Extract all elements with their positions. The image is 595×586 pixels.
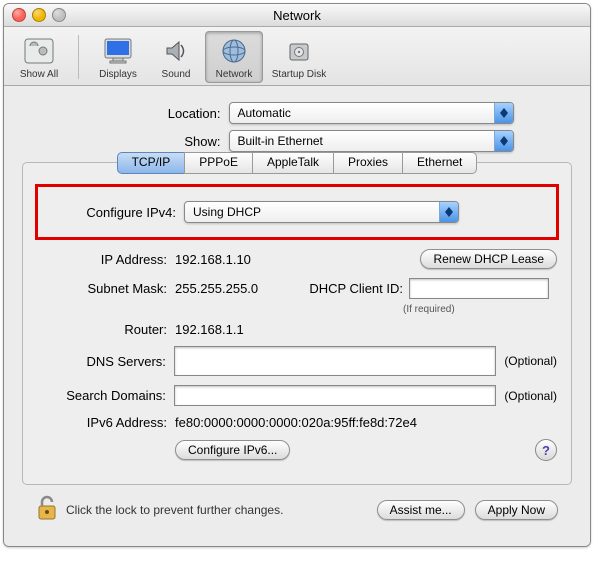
displays-icon xyxy=(90,34,146,68)
footer: Click the lock to prevent further change… xyxy=(22,485,572,538)
lock-text: Click the lock to prevent further change… xyxy=(66,503,283,517)
dhcp-client-id-label: DHCP Client ID: xyxy=(303,281,409,296)
tab-ethernet[interactable]: Ethernet xyxy=(402,152,477,174)
configure-ipv4-select[interactable]: Using DHCP xyxy=(184,201,459,223)
router-label: Router: xyxy=(37,322,175,337)
dropdown-arrows-icon xyxy=(494,103,513,123)
dns-servers-field[interactable] xyxy=(174,346,496,376)
show-select[interactable]: Built-in Ethernet xyxy=(229,130,514,152)
displays-label: Displays xyxy=(90,69,146,80)
tab-pppoe[interactable]: PPPoE xyxy=(184,152,253,174)
renew-dhcp-lease-button[interactable]: Renew DHCP Lease xyxy=(420,249,557,269)
help-button[interactable]: ? xyxy=(535,439,557,461)
show-all-icon xyxy=(11,34,67,68)
dns-optional-hint: (Optional) xyxy=(496,354,557,368)
show-label: Show: xyxy=(81,134,229,149)
network-pref-window: Network Show All xyxy=(3,3,591,547)
startup-disk-icon xyxy=(264,34,334,68)
sound-button[interactable]: Sound xyxy=(147,31,205,83)
tab-proxies[interactable]: Proxies xyxy=(333,152,403,174)
tab-bar: TCP/IP PPPoE AppleTalk Proxies Ethernet xyxy=(37,152,557,174)
show-value: Built-in Ethernet xyxy=(238,134,323,148)
highlight-box: Configure IPv4: Using DHCP xyxy=(35,184,559,240)
settings-panel: TCP/IP PPPoE AppleTalk Proxies Ethernet … xyxy=(22,162,572,485)
show-all-label: Show All xyxy=(11,69,67,80)
sound-icon xyxy=(148,34,204,68)
tab-appletalk[interactable]: AppleTalk xyxy=(252,152,334,174)
toolbar: Show All Displays xyxy=(4,27,590,86)
location-select[interactable]: Automatic xyxy=(229,102,514,124)
show-all-button[interactable]: Show All xyxy=(10,31,68,83)
search-domains-field[interactable] xyxy=(174,385,496,406)
location-value: Automatic xyxy=(238,106,291,120)
network-label: Network xyxy=(206,69,262,80)
configure-ipv4-label: Configure IPv4: xyxy=(46,205,184,220)
search-domains-label: Search Domains: xyxy=(37,388,174,403)
assist-me-button[interactable]: Assist me... xyxy=(377,500,465,520)
network-button[interactable]: Network xyxy=(205,31,263,83)
tab-tcpip[interactable]: TCP/IP xyxy=(117,152,186,174)
ip-address-value: 192.168.1.10 xyxy=(175,252,420,267)
startup-disk-button[interactable]: Startup Disk xyxy=(263,31,335,83)
network-icon xyxy=(206,34,262,68)
configure-ipv4-value: Using DHCP xyxy=(193,205,261,219)
content-area: Location: Automatic Show: Built-in Ether… xyxy=(4,86,590,546)
dns-servers-label: DNS Servers: xyxy=(37,354,174,369)
ipv6-address-label: IPv6 Address: xyxy=(37,415,175,430)
sound-label: Sound xyxy=(148,69,204,80)
dropdown-arrows-icon xyxy=(494,131,513,151)
configure-ipv6-button[interactable]: Configure IPv6... xyxy=(175,440,290,460)
router-value: 192.168.1.1 xyxy=(175,322,244,337)
search-optional-hint: (Optional) xyxy=(496,389,557,403)
dhcp-client-id-hint: (If required) xyxy=(403,304,455,315)
apply-now-button[interactable]: Apply Now xyxy=(475,500,558,520)
ipv6-address-value: fe80:0000:0000:0000:020a:95ff:fe8d:72e4 xyxy=(175,415,417,430)
titlebar: Network xyxy=(4,4,590,27)
location-label: Location: xyxy=(81,106,229,121)
displays-button[interactable]: Displays xyxy=(89,31,147,83)
ip-address-label: IP Address: xyxy=(37,252,175,267)
startup-disk-label: Startup Disk xyxy=(264,69,334,80)
window-title: Network xyxy=(4,8,590,23)
lock-icon[interactable] xyxy=(36,495,58,524)
subnet-mask-value: 255.255.255.0 xyxy=(175,281,303,296)
dropdown-arrows-icon xyxy=(439,202,458,222)
subnet-mask-label: Subnet Mask: xyxy=(37,281,175,296)
toolbar-separator xyxy=(78,35,79,79)
dhcp-client-id-field[interactable] xyxy=(409,278,549,299)
